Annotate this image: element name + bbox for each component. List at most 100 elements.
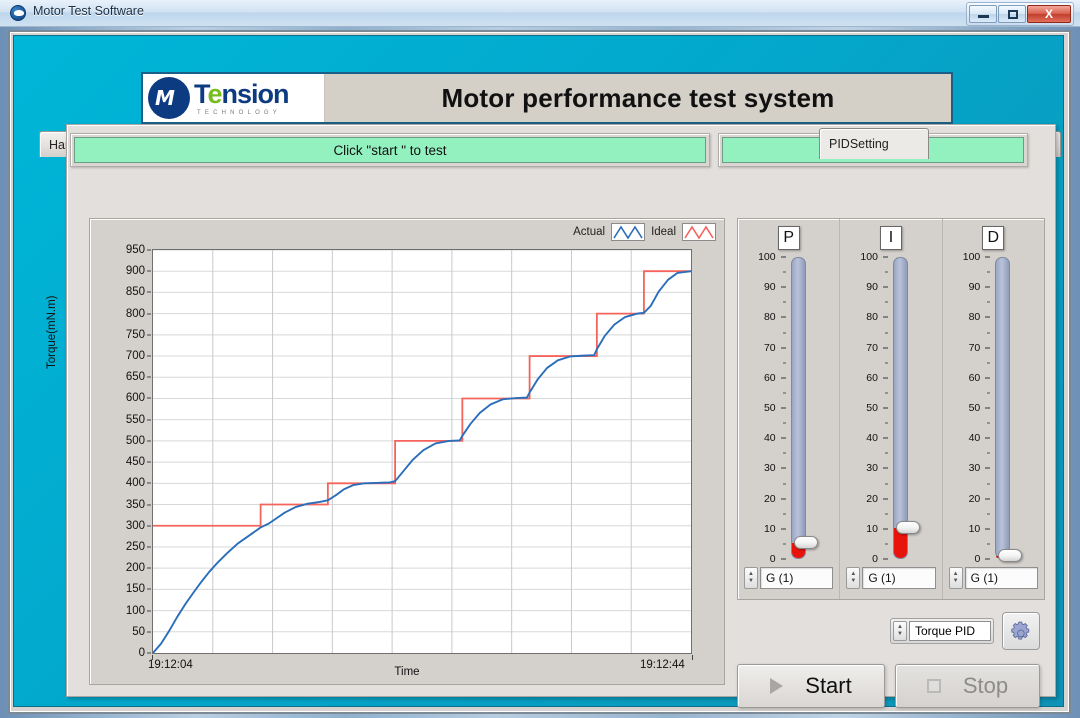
slider-scale-label: 0: [769, 553, 776, 565]
slider-scale-tick: [882, 347, 888, 349]
slider-scale-minor-tick: [884, 543, 888, 545]
x-tick-mark: [152, 655, 153, 660]
start-hint-banner[interactable]: Click "start " to test: [70, 133, 710, 167]
slider-scale-tick: [985, 256, 991, 258]
slider-scale-label: 20: [763, 492, 776, 505]
slider-scale-tick: [780, 316, 786, 318]
y-tick-label: 400: [125, 477, 145, 490]
chart-legend: Actual Ideal: [573, 223, 716, 241]
slider-thumb[interactable]: [793, 535, 818, 549]
pid-settings-gear-button[interactable]: [1002, 612, 1040, 650]
y-tick-label: 950: [125, 244, 145, 256]
y-tick-label: 750: [125, 328, 145, 341]
y-tick-mark: [147, 546, 151, 548]
y-tick-mark: [147, 419, 151, 421]
slider-scale-minor-tick: [987, 332, 991, 333]
slider-scale-tick: [882, 407, 888, 409]
tab-label: PIDSetting: [829, 137, 889, 151]
slider-thumb[interactable]: [998, 549, 1023, 563]
pid-value-field[interactable]: G (1): [964, 567, 1038, 589]
slider-scale-label: 40: [866, 432, 878, 445]
slider-scale-label: 50: [968, 402, 981, 414]
logo-mark-icon: M: [148, 77, 190, 119]
slider-track[interactable]: [995, 257, 1023, 563]
y-tick-label: 500: [125, 434, 145, 447]
y-tick-label: 100: [125, 604, 145, 617]
pid-value-spinner[interactable]: ▲ ▼: [744, 567, 758, 589]
slider-scale-minor-tick: [884, 301, 888, 303]
app-frame: M Tension TECHNOLOGY Motor performance t…: [8, 30, 1071, 714]
logo-subtext: TECHNOLOGY: [197, 109, 282, 116]
pid-mode-selector[interactable]: ▲ ▼ Torque PID: [890, 618, 994, 644]
slider-scale-label: 100: [860, 251, 878, 263]
slider-scale-minor-tick: [987, 422, 991, 424]
minimize-button[interactable]: [969, 5, 997, 23]
y-tick-mark: [147, 355, 151, 357]
pid-value-field[interactable]: G (1): [760, 567, 834, 589]
y-tick-label: 350: [125, 498, 145, 511]
slider-scale-label: 70: [968, 341, 981, 354]
y-tick-mark: [147, 652, 151, 654]
window-controls: X: [966, 2, 1074, 26]
slider-scale-label: 80: [763, 311, 776, 324]
slider-scale-minor-tick: [884, 271, 888, 273]
slider-scale-minor-tick: [987, 513, 991, 515]
slider-scale-label: 100: [758, 251, 776, 263]
y-tick-mark: [147, 482, 151, 484]
slider-scale-minor-tick: [884, 483, 888, 484]
start-button[interactable]: Start: [737, 664, 885, 708]
slider-scale-label: 10: [866, 522, 878, 535]
close-button[interactable]: X: [1027, 5, 1071, 23]
window-title: Motor Test Software: [33, 4, 144, 18]
y-tick-label: 600: [125, 392, 145, 405]
slider-scale-label: 60: [866, 371, 878, 384]
slider-scale-minor-tick: [782, 301, 786, 303]
slider-scale-tick: [985, 286, 991, 288]
pid-mode-spinner[interactable]: ▲ ▼: [893, 621, 907, 641]
pid-value-spinner[interactable]: ▲ ▼: [846, 567, 861, 589]
pid-slider-d: D 100 90 80 70 60 50 40 30 20 10 0 ▲ ▼ G (1): [943, 219, 1044, 599]
slider-track[interactable]: [893, 257, 921, 559]
slider-scale-tick: [985, 407, 991, 409]
y-tick-mark: [147, 567, 151, 569]
y-tick-mark: [147, 249, 151, 251]
y-tick-label: 450: [125, 456, 145, 469]
pid-value-field[interactable]: G (1): [862, 567, 936, 589]
y-tick-label: 0: [138, 647, 145, 659]
maximize-button[interactable]: [998, 5, 1026, 23]
logo-wordmark: Tension: [194, 78, 290, 109]
slider-scale-label: 30: [866, 462, 878, 475]
plot-area[interactable]: [152, 249, 692, 654]
x-tick-label: 19:12:04: [148, 659, 193, 671]
slider-scale-minor-tick: [782, 392, 786, 394]
tab-pidsetting[interactable]: PIDSetting: [819, 128, 929, 159]
slider-scale: 100 90 80 70 60 50 40 30 20 10 0: [950, 251, 991, 565]
stop-button[interactable]: Stop: [895, 664, 1040, 708]
y-tick-label: 850: [125, 286, 145, 299]
slider-scale-minor-tick: [987, 543, 991, 545]
slider-scale-minor-tick: [884, 513, 888, 515]
slider-scale-label: 80: [968, 311, 981, 324]
slider-scale-label: 30: [763, 462, 776, 475]
slider-thumb[interactable]: [896, 520, 921, 534]
slider-scale-label: 40: [968, 432, 981, 445]
slider-scale-tick: [985, 437, 991, 439]
slider-scale-minor-tick: [884, 332, 888, 333]
slider-scale-tick: [985, 528, 991, 530]
stop-icon: [926, 679, 941, 693]
slider-track[interactable]: [790, 257, 818, 559]
slider-scale-minor-tick: [782, 271, 786, 273]
slider-scale-tick: [985, 347, 991, 349]
pid-slider-p: P 100 90 80 70 60 50 40 30 20 10 0 ▲ ▼ G (1): [738, 219, 841, 599]
y-tick-label: 800: [125, 307, 145, 320]
pid-value-spinner[interactable]: ▲ ▼: [948, 567, 963, 589]
y-tick-label: 200: [125, 562, 145, 575]
legend-swatch-ideal[interactable]: [682, 223, 716, 241]
y-tick-mark: [147, 461, 151, 463]
legend-swatch-actual[interactable]: [611, 223, 646, 241]
slider-scale: 100 90 80 70 60 50 40 30 20 10 0: [746, 251, 786, 565]
slider-scale-label: 70: [763, 341, 776, 354]
slider-scale-minor-tick: [782, 422, 786, 424]
company-logo: M Tension TECHNOLOGY: [143, 74, 325, 122]
pid-mode-value[interactable]: Torque PID: [909, 621, 991, 641]
